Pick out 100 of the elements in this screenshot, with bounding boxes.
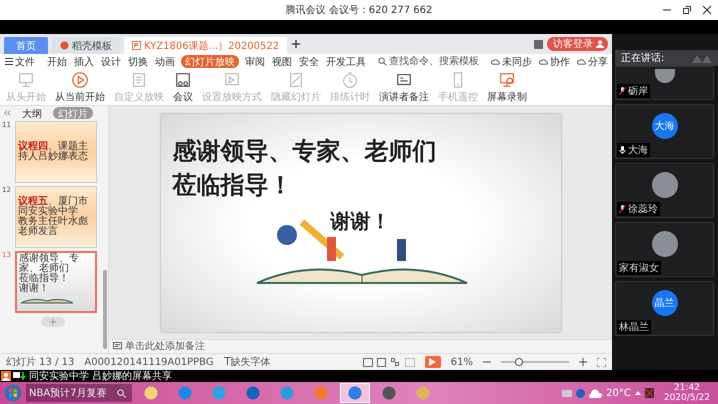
app-icon [280,386,294,400]
clock-date: 2020/5/22 [664,393,710,404]
ribbon-tab[interactable]: 动画 [154,55,176,68]
app-icon [212,386,226,400]
network-flag-icon[interactable] [644,388,654,398]
user-icon [596,40,604,48]
microphone-icon [619,146,626,154]
slide-thumbnail[interactable]: 感谢领导、专家、老师们 莅临指导！ 谢谢！ [15,251,97,313]
avatar-photo-placeholder [652,231,678,257]
play-icon [429,358,436,366]
ribbon-icon [130,70,148,88]
ribbon-icon [17,70,35,88]
tray-expand-icon[interactable] [634,391,641,395]
ribbon-button[interactable]: 屏幕录制 [485,70,529,104]
speaking-label: 正在讲话: [621,52,664,65]
presentation-file-icon [132,41,141,50]
clock-time: 21:42 [674,382,700,393]
thumbnail-text: 议程五、厦门市同安实验中学 [18,197,89,217]
keyboard-icon[interactable] [562,390,572,396]
toolbar-action[interactable]: 协作 [538,55,571,68]
notes-icon [113,342,122,351]
view-mode-icon[interactable] [362,358,415,366]
muted-microphone-icon [619,205,626,213]
participant-tile[interactable]: 徐蕊玲 [615,163,714,218]
ribbon-icon [174,70,192,88]
template-id: A000120141119A01PPBG [84,356,214,368]
missing-fonts-button[interactable]: 缺失字体 [224,355,271,369]
search-icon [117,388,126,398]
meeting-logo-icon [692,53,712,63]
slide-heading: 感谢领导、专家、老师们 [172,134,438,166]
template-logo-icon [60,41,69,50]
thumbnail-text: 谢谢！ [19,284,50,294]
ribbon-icon [287,70,305,88]
ribbon-button[interactable]: 演讲者备注 [377,70,431,104]
participant-tile[interactable]: 砺岸 [615,66,714,100]
muted-microphone-icon [619,87,626,95]
app-icon [144,386,158,400]
app-icon [314,386,328,400]
scrollbar[interactable] [103,270,107,349]
participant-name: 林晶兰 [619,320,649,334]
ribbon-icon [71,70,89,88]
thumbnail-text: 莅临指导！ [19,274,70,284]
cloud-icon [589,388,602,398]
toolbar-action[interactable]: 分享 [576,55,609,68]
avatar-photo-placeholder [654,69,674,83]
participant-name: 大海 [628,144,648,157]
play-slideshow-button[interactable] [424,356,441,368]
collapse-icon[interactable] [3,109,11,117]
window-mode-icon[interactable] [534,40,543,48]
cloud-icon [491,57,500,66]
add-tab-icon[interactable] [291,39,302,49]
slide-thumbnail[interactable]: 议程五、厦门市同安实验中学 教务主任叶水彪老师发言 [15,186,97,248]
font-icon [224,357,231,365]
command-search-field[interactable]: 查找命令、搜索模板 [389,56,485,67]
search-icon [378,57,387,66]
help-icon[interactable] [576,388,586,398]
document-tab[interactable]: 稻壳模板 [52,37,120,54]
toolbar-action[interactable]: 未同步 [490,55,533,68]
ribbon-button[interactable]: 会议 [171,70,195,104]
ribbon-tab[interactable]: 切换 [127,55,149,68]
app-icon [348,386,362,400]
login-button[interactable]: 访客登录 [547,37,608,51]
participant-tile[interactable]: 家有淑女 [615,222,714,277]
app-icon [178,386,192,400]
ribbon-icon [498,70,516,88]
participant-name: 砺岸 [628,84,648,98]
fullscreen-icon[interactable] [597,358,606,366]
menu-icon [5,58,13,65]
taskbar-app[interactable] [340,383,370,403]
add-slide-icon[interactable] [40,317,64,327]
participant-tile[interactable]: 晶兰 林晶兰 [615,281,714,336]
ribbon-tab[interactable]: 审阅 [244,55,266,68]
avatar-photo-placeholder [652,172,678,198]
screen-share-label: 同安实验中学 吕妙娜的屏幕共享 [29,370,172,383]
slide-heading: 莅临指导！ [172,168,294,200]
participant-avatar: 晶兰 [652,290,678,316]
start-button-icon[interactable] [4,384,22,402]
zoom-percentage: 61% [450,356,473,368]
screen-share-icon [13,372,27,380]
ribbon-button[interactable]: 从当前开始 [53,70,107,104]
ribbon-icon [341,70,359,88]
ribbon-tab[interactable]: 安全 [298,55,320,68]
panel-tab[interactable]: 大纲 [17,107,47,119]
slide-thumbnail[interactable]: 议程四、课题主持人吕妙娜表态 [15,121,97,183]
thumbnail-text: 感谢领导、专家、老师们 [19,254,80,274]
participant-name: 徐蕊玲 [628,202,658,216]
app-icon [382,386,396,400]
file-menu[interactable]: 文件 [4,55,36,68]
close-icon[interactable] [702,5,712,15]
ribbon-tab[interactable]: 开发工具 [325,55,367,68]
restore-icon[interactable] [682,5,692,15]
zoom-in-icon[interactable] [579,358,587,366]
temperature: 20°C [606,388,631,398]
ribbon-tab[interactable]: 插入 [73,55,95,68]
participant-avatar: 大海 [652,113,678,139]
ribbon-tab[interactable]: 开始 [46,55,68,68]
ribbon-tab[interactable]: 视图 [271,55,293,68]
ribbon-tab[interactable]: 设计 [100,55,122,68]
thumbnail-text: 议程四、课题主持人吕妙娜表态 [18,142,89,162]
participant-tile[interactable]: 大海 大海 [615,104,714,159]
